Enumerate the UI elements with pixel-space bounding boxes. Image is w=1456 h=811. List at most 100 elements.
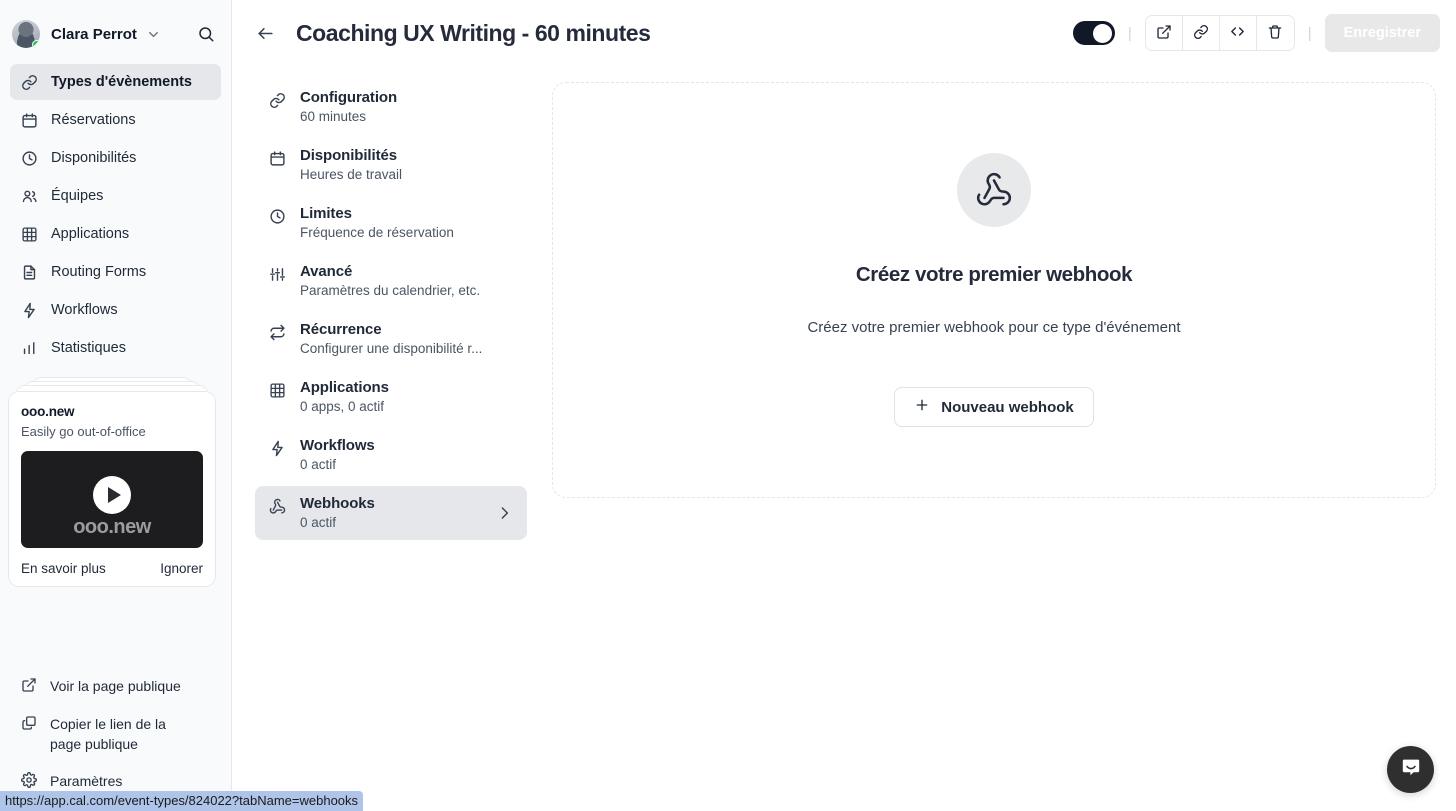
calendar-icon bbox=[21, 112, 38, 129]
page-header: Coaching UX Writing - 60 minutes | | Enr… bbox=[232, 0, 1456, 66]
tab-label: Avancé bbox=[300, 263, 353, 280]
back-arrow-icon[interactable] bbox=[252, 20, 279, 47]
sidebar-item-insights[interactable]: Statistiques bbox=[10, 330, 221, 366]
promo-video-thumbnail[interactable]: ooo.new bbox=[21, 451, 203, 548]
status-bar-url: https://app.cal.com/event-types/824022?t… bbox=[0, 791, 364, 811]
tab-setup[interactable]: Configuration 60 minutes bbox=[255, 80, 527, 134]
play-icon[interactable] bbox=[93, 475, 131, 514]
page-title: Coaching UX Writing - 60 minutes bbox=[296, 19, 651, 46]
preview-button[interactable] bbox=[1146, 16, 1183, 50]
promo-title: ooo.new bbox=[21, 404, 75, 419]
dismiss-link[interactable]: Ignorer bbox=[160, 561, 203, 576]
bar-chart-icon bbox=[21, 340, 38, 357]
sidebar-item-label: Types d'évènements bbox=[51, 74, 192, 90]
bottom-link-label: Copier le lien de la page publique bbox=[50, 716, 166, 753]
tab-apps[interactable]: Applications 0 apps, 0 actif bbox=[255, 370, 527, 424]
copy-link-button[interactable] bbox=[1183, 16, 1220, 50]
code-icon bbox=[1229, 23, 1246, 43]
new-webhook-label: Nouveau webhook bbox=[941, 398, 1074, 416]
sidebar-item-label: Workflows bbox=[51, 302, 118, 318]
avatar[interactable] bbox=[12, 20, 40, 48]
online-status-dot bbox=[32, 40, 40, 48]
tab-advanced[interactable]: Avancé Paramètres du calendrier, etc. bbox=[255, 254, 527, 308]
users-icon bbox=[21, 188, 38, 205]
sidebar: Clara Perrot Types d'évènements Réservat… bbox=[0, 0, 232, 811]
tab-limits[interactable]: Limites Fréquence de réservation bbox=[255, 196, 527, 250]
link-icon bbox=[1193, 24, 1209, 43]
new-webhook-button[interactable]: Nouveau webhook bbox=[894, 387, 1094, 427]
webhooks-panel: Créez votre premier webhook Créez votre … bbox=[552, 82, 1436, 498]
tab-workflows[interactable]: Workflows 0 actif bbox=[255, 428, 527, 482]
empty-state-title: Créez votre premier webhook bbox=[855, 263, 1133, 286]
external-link-icon bbox=[1156, 24, 1172, 43]
sidebar-item-teams[interactable]: Équipes bbox=[10, 178, 221, 214]
sidebar-item-label: Disponibilités bbox=[51, 150, 137, 166]
header-actions: | | Enregistrer bbox=[1072, 14, 1440, 52]
copy-public-page-link[interactable]: Copier le lien de la page publique bbox=[10, 706, 222, 763]
tab-description: Fréquence de réservation bbox=[300, 225, 454, 240]
separator: | bbox=[1307, 24, 1312, 42]
save-button[interactable]: Enregistrer bbox=[1324, 14, 1440, 52]
sidebar-bottom-links: Voir la page publique Copier le lien de … bbox=[0, 668, 231, 801]
clock-icon bbox=[21, 150, 38, 167]
view-public-page-link[interactable]: Voir la page publique bbox=[10, 668, 222, 706]
tab-description: 0 actif bbox=[300, 457, 337, 472]
webhook-icon bbox=[269, 498, 286, 515]
clock-icon bbox=[269, 208, 286, 225]
bottom-link-label: Paramètres bbox=[50, 772, 123, 789]
sidebar-item-label: Applications bbox=[51, 226, 130, 242]
header-icon-group bbox=[1144, 15, 1295, 51]
sidebar-item-label: Statistiques bbox=[51, 340, 126, 356]
sliders-icon bbox=[269, 266, 286, 283]
delete-button[interactable] bbox=[1257, 16, 1294, 50]
sidebar-item-apps[interactable]: Applications bbox=[10, 216, 221, 252]
chevron-right-icon bbox=[496, 505, 513, 522]
search-icon[interactable] bbox=[193, 21, 219, 47]
embed-button[interactable] bbox=[1220, 16, 1257, 50]
chat-bubble-icon bbox=[1399, 755, 1423, 784]
promo-video-caption: ooo.new bbox=[73, 516, 151, 538]
link-icon bbox=[269, 92, 286, 109]
intercom-launcher[interactable] bbox=[1387, 746, 1434, 793]
user-menu[interactable]: Clara Perrot bbox=[10, 10, 221, 58]
promo-card[interactable]: ooo.new Easily go out-of-office ooo.new … bbox=[8, 391, 216, 587]
tab-webhooks[interactable]: Webhooks 0 actif bbox=[255, 486, 527, 540]
link-icon bbox=[21, 74, 38, 91]
tab-description: 60 minutes bbox=[300, 109, 367, 124]
learn-more-link[interactable]: En savoir plus bbox=[21, 561, 106, 576]
tab-label: Workflows bbox=[300, 437, 375, 454]
user-name: Clara Perrot bbox=[51, 25, 137, 43]
sidebar-item-label: Équipes bbox=[51, 188, 104, 204]
grid-icon bbox=[21, 226, 38, 243]
tab-description: Configurer une disponibilité r... bbox=[300, 341, 483, 356]
bottom-link-label: Voir la page publique bbox=[50, 677, 181, 694]
promo-subtitle: Easily go out-of-office bbox=[21, 424, 146, 439]
toggle-knob bbox=[1093, 23, 1113, 43]
promo-card-container: ooo.new Easily go out-of-office ooo.new … bbox=[8, 377, 216, 587]
repeat-icon bbox=[269, 324, 286, 341]
bolt-icon bbox=[21, 302, 38, 319]
sidebar-item-bookings[interactable]: Réservations bbox=[10, 102, 221, 138]
chevron-down-icon[interactable] bbox=[146, 27, 161, 42]
sidebar-item-availability[interactable]: Disponibilités bbox=[10, 140, 221, 176]
sidebar-item-label: Routing Forms bbox=[51, 264, 147, 280]
tab-label: Webhooks bbox=[300, 495, 375, 512]
tab-label: Applications bbox=[300, 379, 389, 396]
tab-description: 0 apps, 0 actif bbox=[300, 399, 385, 414]
tab-availability[interactable]: Disponibilités Heures de travail bbox=[255, 138, 527, 192]
webhook-icon bbox=[957, 153, 1031, 227]
sidebar-item-workflows[interactable]: Workflows bbox=[10, 292, 221, 328]
document-icon bbox=[21, 264, 38, 281]
tab-recurring[interactable]: Récurrence Configurer une disponibilité … bbox=[255, 312, 527, 366]
trash-icon bbox=[1267, 24, 1283, 43]
bolt-icon bbox=[269, 440, 286, 457]
event-visibility-toggle[interactable] bbox=[1072, 21, 1115, 45]
sidebar-item-routing-forms[interactable]: Routing Forms bbox=[10, 254, 221, 290]
empty-state-subtitle: Créez votre premier webhook pour ce type… bbox=[807, 319, 1181, 336]
promo-actions: En savoir plus Ignorer bbox=[21, 561, 203, 576]
tab-description: 0 actif bbox=[300, 515, 337, 530]
sidebar-item-event-types[interactable]: Types d'évènements bbox=[10, 64, 221, 100]
tab-description: Heures de travail bbox=[300, 167, 403, 182]
tab-label: Disponibilités bbox=[300, 147, 397, 164]
tab-description: Paramètres du calendrier, etc. bbox=[300, 283, 481, 298]
